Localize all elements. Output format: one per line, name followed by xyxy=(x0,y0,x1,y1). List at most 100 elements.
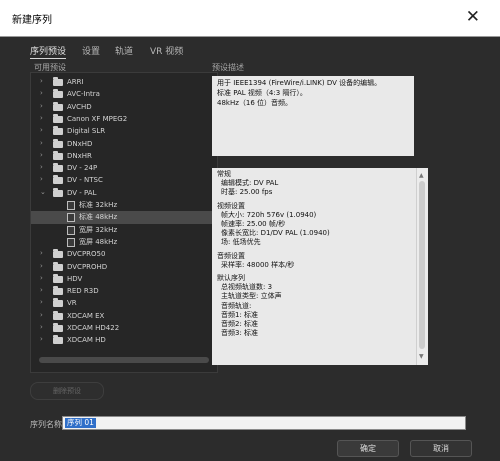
tree-item-label: DNxHD xyxy=(67,139,93,148)
chevron-right-icon[interactable]: › xyxy=(40,323,43,331)
chevron-right-icon[interactable]: › xyxy=(40,102,43,110)
sequence-name-input[interactable]: 序列 01 xyxy=(62,416,466,430)
tree-item-label: XDCAM EX xyxy=(67,311,105,320)
vertical-scrollbar[interactable]: ▲ ▼ xyxy=(416,168,428,365)
tab-settings[interactable]: 设置 xyxy=(82,44,100,57)
chevron-right-icon[interactable]: › xyxy=(40,311,43,319)
folder-icon xyxy=(53,150,63,160)
section-heading: 常规 xyxy=(217,170,231,178)
preset-details: 常规 编辑模式: DV PAL 时基: 25.00 fps 视频设置 帧大小: … xyxy=(212,168,428,365)
folder-icon xyxy=(53,249,63,259)
folder-icon xyxy=(53,113,63,123)
preset-folder[interactable]: › HDV xyxy=(31,273,217,285)
chevron-right-icon[interactable]: › xyxy=(40,274,43,282)
preset-folder[interactable]: › Digital SLR xyxy=(31,125,217,137)
sequence-name-value: 序列 01 xyxy=(65,418,96,428)
new-sequence-dialog: 新建序列 ✕ 序列预设 设置 轨道 VR 视频 可用预设 预设描述 › ARRI ›… xyxy=(0,0,500,461)
chevron-right-icon[interactable]: › xyxy=(40,249,43,257)
chevron-right-icon[interactable]: › xyxy=(40,163,43,171)
detail-line: 帧速率: 25.00 帧/秒 xyxy=(221,220,286,229)
preset-folder[interactable]: › AVCHD xyxy=(31,101,217,113)
tree-item-label: DV - PAL xyxy=(67,188,97,197)
preset-folder[interactable]: › DNxHD xyxy=(31,138,217,150)
detail-line: 音频2: 标准 xyxy=(221,320,259,329)
file-icon xyxy=(67,225,75,235)
tab-sequence-presets[interactable]: 序列预设 xyxy=(30,44,67,59)
chevron-right-icon[interactable]: › xyxy=(40,335,43,343)
preset-item[interactable]: 宽屏 32kHz xyxy=(31,224,217,236)
ok-button[interactable]: 确定 xyxy=(337,440,399,457)
section-heading: 默认序列 xyxy=(217,274,245,283)
detail-line: 主轨道类型: 立体声 xyxy=(221,292,282,301)
preset-folder[interactable]: › DV - 24P xyxy=(31,162,217,174)
tree-item-label: AVC-Intra xyxy=(67,90,100,99)
tree-item-label: 标准 32kHz xyxy=(79,201,118,209)
tree-item-label: DV - 24P xyxy=(67,164,98,173)
sequence-name-label: 序列名称: xyxy=(30,420,65,429)
chevron-right-icon[interactable]: › xyxy=(40,298,43,306)
folder-icon xyxy=(53,286,63,296)
tab-tracks[interactable]: 轨道 xyxy=(115,44,133,57)
chevron-down-icon[interactable]: ⌄ xyxy=(40,188,46,196)
scroll-up-icon[interactable]: ▲ xyxy=(419,171,424,180)
preset-folder[interactable]: ⌄ DV - PAL xyxy=(31,187,217,199)
folder-icon xyxy=(53,261,63,271)
summary-line: 48kHz（16 位）音频。 xyxy=(217,99,293,107)
detail-line: 音频1: 标准 xyxy=(221,310,259,319)
section-heading: 音频设置 xyxy=(217,251,245,260)
preset-folder[interactable]: › XDCAM HD xyxy=(31,334,217,346)
chevron-right-icon[interactable]: › xyxy=(40,286,43,294)
folder-icon xyxy=(53,89,63,99)
tree-item-label: DNxHR xyxy=(67,151,92,160)
tree-item-label: XDCAM HD xyxy=(67,336,106,345)
preset-folder[interactable]: › VR xyxy=(31,297,217,309)
chevron-right-icon[interactable]: › xyxy=(40,126,43,134)
tree-item-label: 宽屏 48kHz xyxy=(79,237,118,246)
preset-folder[interactable]: › AVC-Intra xyxy=(31,88,217,100)
folder-icon xyxy=(53,175,63,185)
preset-folder[interactable]: › DV - NTSC xyxy=(31,174,217,186)
tree-item-label: 宽屏 32kHz xyxy=(79,225,118,234)
section-heading: 视频设置 xyxy=(217,201,245,210)
tab-vr-video[interactable]: VR 视频 xyxy=(150,44,183,57)
file-icon xyxy=(67,237,75,247)
close-icon[interactable]: ✕ xyxy=(466,6,480,28)
folder-icon xyxy=(53,163,63,173)
horizontal-scrollbar[interactable] xyxy=(39,357,209,363)
delete-preset-button[interactable]: 删除预设 xyxy=(30,382,104,400)
summary-line: 用于 IEEE1394 (FireWire/i.LINK) DV 设备的编辑。 xyxy=(217,79,382,87)
detail-line: 帧大小: 720h 576v (1.0940) xyxy=(221,210,317,219)
preset-folder[interactable]: › XDCAM EX xyxy=(31,310,217,322)
scrollbar-thumb[interactable] xyxy=(419,181,425,349)
detail-line: 音频轨道: xyxy=(221,301,252,310)
preset-folder[interactable]: › XDCAM HD422 xyxy=(31,322,217,334)
preset-folder[interactable]: › DVCPROHD xyxy=(31,261,217,273)
chevron-right-icon[interactable]: › xyxy=(40,175,43,183)
chevron-right-icon[interactable]: › xyxy=(40,262,43,270)
chevron-right-icon[interactable]: › xyxy=(40,77,43,85)
preset-folder[interactable]: › DNxHR xyxy=(31,150,217,162)
preset-folder[interactable]: › DVCPRO50 xyxy=(31,248,217,260)
tree-item-label: RED R3D xyxy=(67,287,99,296)
tree-item-label: Canon XF MPEG2 xyxy=(67,114,128,123)
tree-item-label: XDCAM HD422 xyxy=(67,324,120,332)
chevron-right-icon[interactable]: › xyxy=(40,89,43,97)
preset-item[interactable]: 标准 48kHz xyxy=(31,211,217,224)
chevron-right-icon[interactable]: › xyxy=(40,139,43,147)
detail-line: 采样率: 48000 样本/秒 xyxy=(221,260,295,269)
preset-folder[interactable]: › Canon XF MPEG2 xyxy=(31,113,217,125)
folder-icon xyxy=(53,101,63,111)
chevron-right-icon[interactable]: › xyxy=(40,151,43,159)
folder-icon xyxy=(53,138,63,148)
chevron-right-icon[interactable]: › xyxy=(40,114,43,122)
preset-item[interactable]: 标准 32kHz xyxy=(31,199,217,211)
preset-folder[interactable]: › ARRI xyxy=(31,76,217,88)
tree-item-label: Digital SLR xyxy=(67,127,106,136)
file-icon xyxy=(67,201,75,210)
preset-folder[interactable]: › RED R3D xyxy=(31,285,217,297)
presets-tree: › ARRI › AVC-Intra › AVCHD › Canon XF MPEG2 › Dig… xyxy=(30,72,218,373)
details-text: 常规 编辑模式: DV PAL 时基: 25.00 fps 视频设置 帧大小: … xyxy=(217,170,417,338)
cancel-button[interactable]: 取消 xyxy=(410,440,472,457)
scroll-down-icon[interactable]: ▼ xyxy=(419,352,424,361)
preset-item[interactable]: 宽屏 48kHz xyxy=(31,236,217,248)
